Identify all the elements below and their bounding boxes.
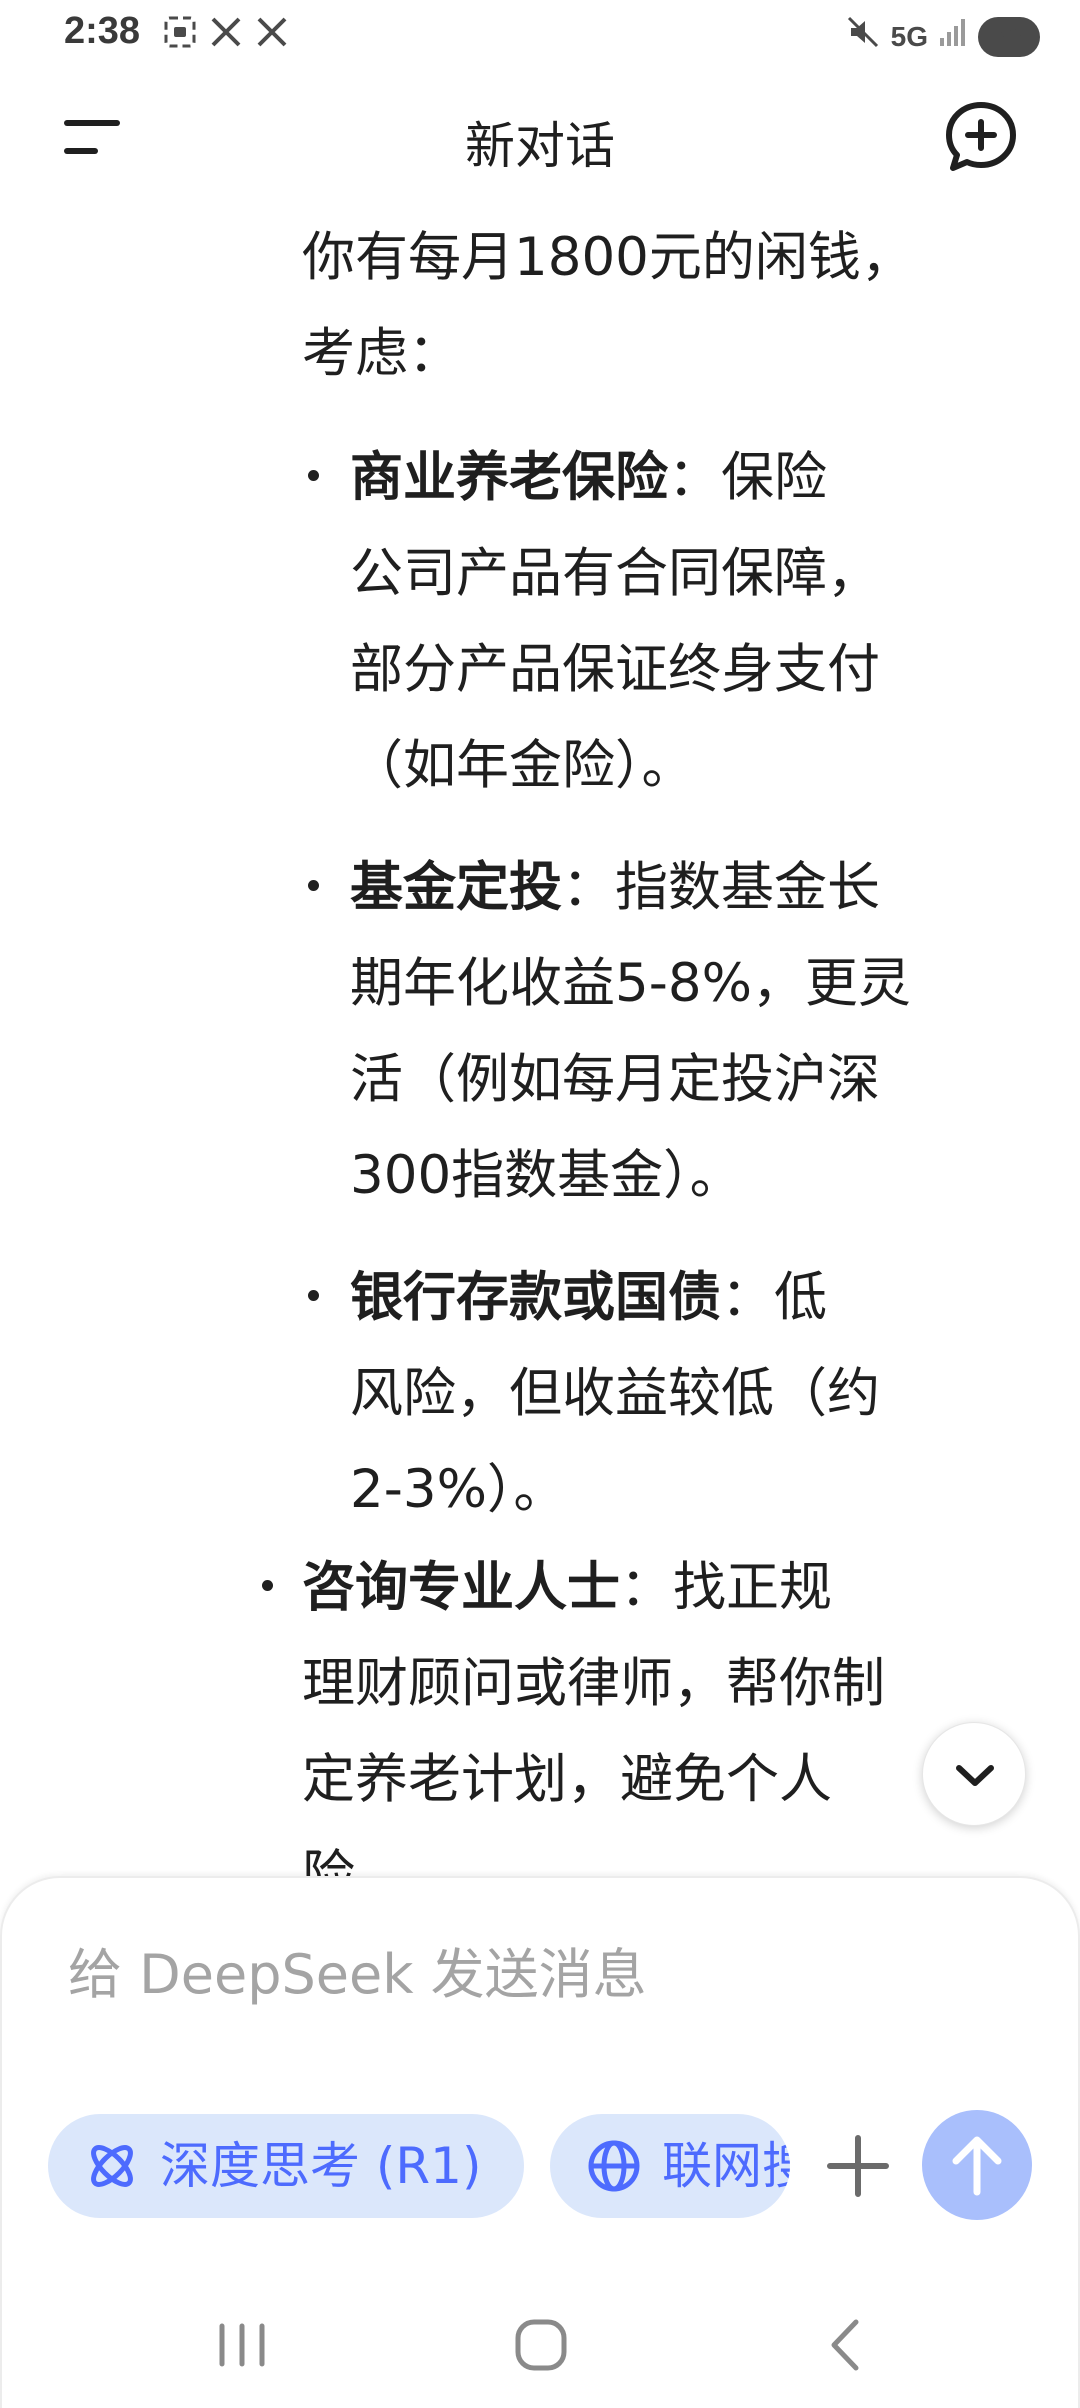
x-app-icon xyxy=(208,14,244,59)
app-header: 新对话 xyxy=(0,80,1080,200)
bullet-dot xyxy=(308,470,319,481)
network-type: 5G xyxy=(890,20,928,52)
atom-icon xyxy=(91,2145,133,2187)
bullet-dot xyxy=(262,1580,273,1591)
home-button[interactable] xyxy=(502,2310,582,2380)
message-content: 你有每月1800元的闲钱， 考虑： 商业养老保险：保险 公司产品有合同保障， 部… xyxy=(0,200,1080,1880)
plus-icon xyxy=(827,2135,889,2197)
back-icon xyxy=(831,2319,859,2371)
screen: 2:38 5G 79 新对话 你有每月1800元的闲钱， 考虑： 商业养老保险：… xyxy=(0,0,1080,2408)
status-time: 2:38 xyxy=(64,10,141,52)
bullet-dot xyxy=(308,880,319,891)
deepthink-button[interactable]: 深度思考 (R1) xyxy=(48,2114,524,2218)
message-input[interactable] xyxy=(68,1934,968,2014)
globe-icon xyxy=(588,2140,640,2192)
scroll-down-button[interactable] xyxy=(922,1722,1026,1826)
intro-line: 考虑： xyxy=(302,323,461,384)
home-icon xyxy=(515,2319,567,2371)
screenshot-icon xyxy=(162,14,198,59)
web-search-label: 联网搜索 xyxy=(662,2137,790,2195)
arrow-up-icon xyxy=(952,2136,1002,2196)
battery-indicator: 79 xyxy=(978,16,1040,57)
send-button[interactable] xyxy=(922,2110,1032,2220)
new-chat-icon xyxy=(946,102,1016,171)
back-button[interactable] xyxy=(806,2310,886,2380)
mute-icon xyxy=(845,14,881,59)
system-nav-bar xyxy=(0,2290,1080,2390)
item-heading: 基金定投 xyxy=(350,857,562,918)
recent-apps-button[interactable] xyxy=(202,2310,282,2380)
bullet-dot xyxy=(308,1290,319,1301)
status-notification-icons xyxy=(162,14,290,59)
page-title: 新对话 xyxy=(465,117,615,175)
attach-button[interactable] xyxy=(806,2114,910,2218)
deepthink-label: 深度思考 (R1) xyxy=(160,2137,482,2195)
signal-icon xyxy=(938,16,968,57)
status-system-icons: 5G 79 xyxy=(845,14,1040,59)
intro-paragraph: 你有每月1800元的闲钱， 考虑： xyxy=(302,210,1002,402)
status-bar: 2:38 5G 79 xyxy=(0,0,1080,72)
item-heading: 咨询专业人士 xyxy=(302,1557,620,1618)
recent-apps-icon xyxy=(219,2323,265,2367)
x-app-icon-2 xyxy=(254,14,290,59)
web-search-button[interactable]: 联网搜索 xyxy=(550,2114,790,2218)
item-heading: 银行存款或国债 xyxy=(350,1267,721,1328)
new-chat-button[interactable] xyxy=(944,100,1018,174)
intro-line: 你有每月1800元的闲钱， xyxy=(302,227,914,288)
item-heading: 商业养老保险 xyxy=(350,447,668,508)
chevron-down-icon xyxy=(956,1765,994,1786)
